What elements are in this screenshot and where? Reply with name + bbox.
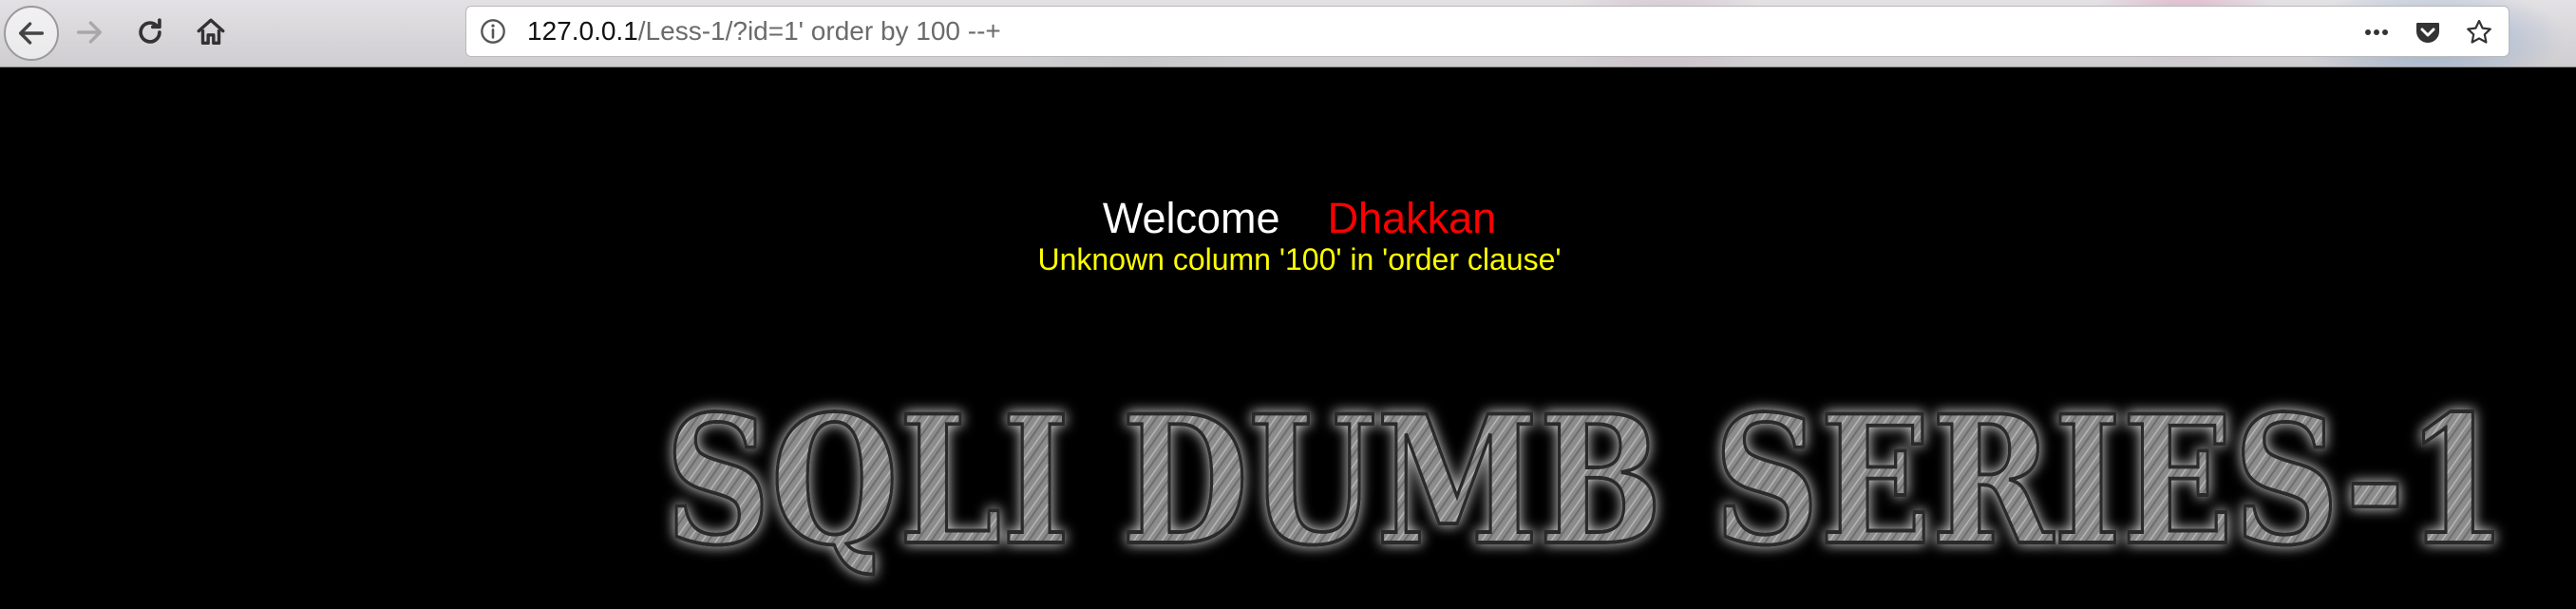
url-text[interactable]: 127.0.0.1/Less-1/?id=1' order by 100 --+ — [527, 7, 1001, 56]
forward-arrow-icon — [76, 21, 103, 44]
pocket-icon[interactable] — [2414, 18, 2442, 47]
reload-icon — [139, 18, 161, 44]
url-path: /Less-1/?id=1' order by 100 --+ — [637, 16, 1001, 46]
banner-text: SQLI DUMB SERIES-1 — [665, 376, 2508, 584]
home-button[interactable] — [186, 8, 236, 57]
welcome-label: Welcome — [1102, 194, 1280, 242]
reload-button[interactable] — [125, 8, 175, 57]
page-content: Welcome Dhakkan Unknown column '100' in '… — [0, 67, 2576, 589]
welcome-line: Welcome Dhakkan — [0, 193, 2576, 244]
address-bar[interactable]: 127.0.0.1/Less-1/?id=1' order by 100 --+ — [465, 6, 2510, 57]
bookmark-star-icon[interactable] — [2465, 18, 2493, 47]
browser-toolbar: 127.0.0.1/Less-1/?id=1' order by 100 --+ — [0, 0, 2576, 67]
page-actions-icon[interactable] — [2362, 18, 2391, 47]
username-label: Dhakkan — [1327, 194, 1497, 242]
info-icon[interactable] — [480, 18, 506, 45]
back-button[interactable] — [4, 6, 59, 61]
forward-button[interactable] — [65, 8, 114, 57]
url-host: 127.0.0.1 — [527, 16, 638, 46]
sqli-banner: SQLI DUMB SERIES-1 — [663, 374, 2510, 586]
home-icon — [197, 18, 225, 46]
error-message: Unknown column '100' in 'order clause' — [1037, 242, 1562, 276]
back-arrow-icon — [18, 22, 45, 45]
